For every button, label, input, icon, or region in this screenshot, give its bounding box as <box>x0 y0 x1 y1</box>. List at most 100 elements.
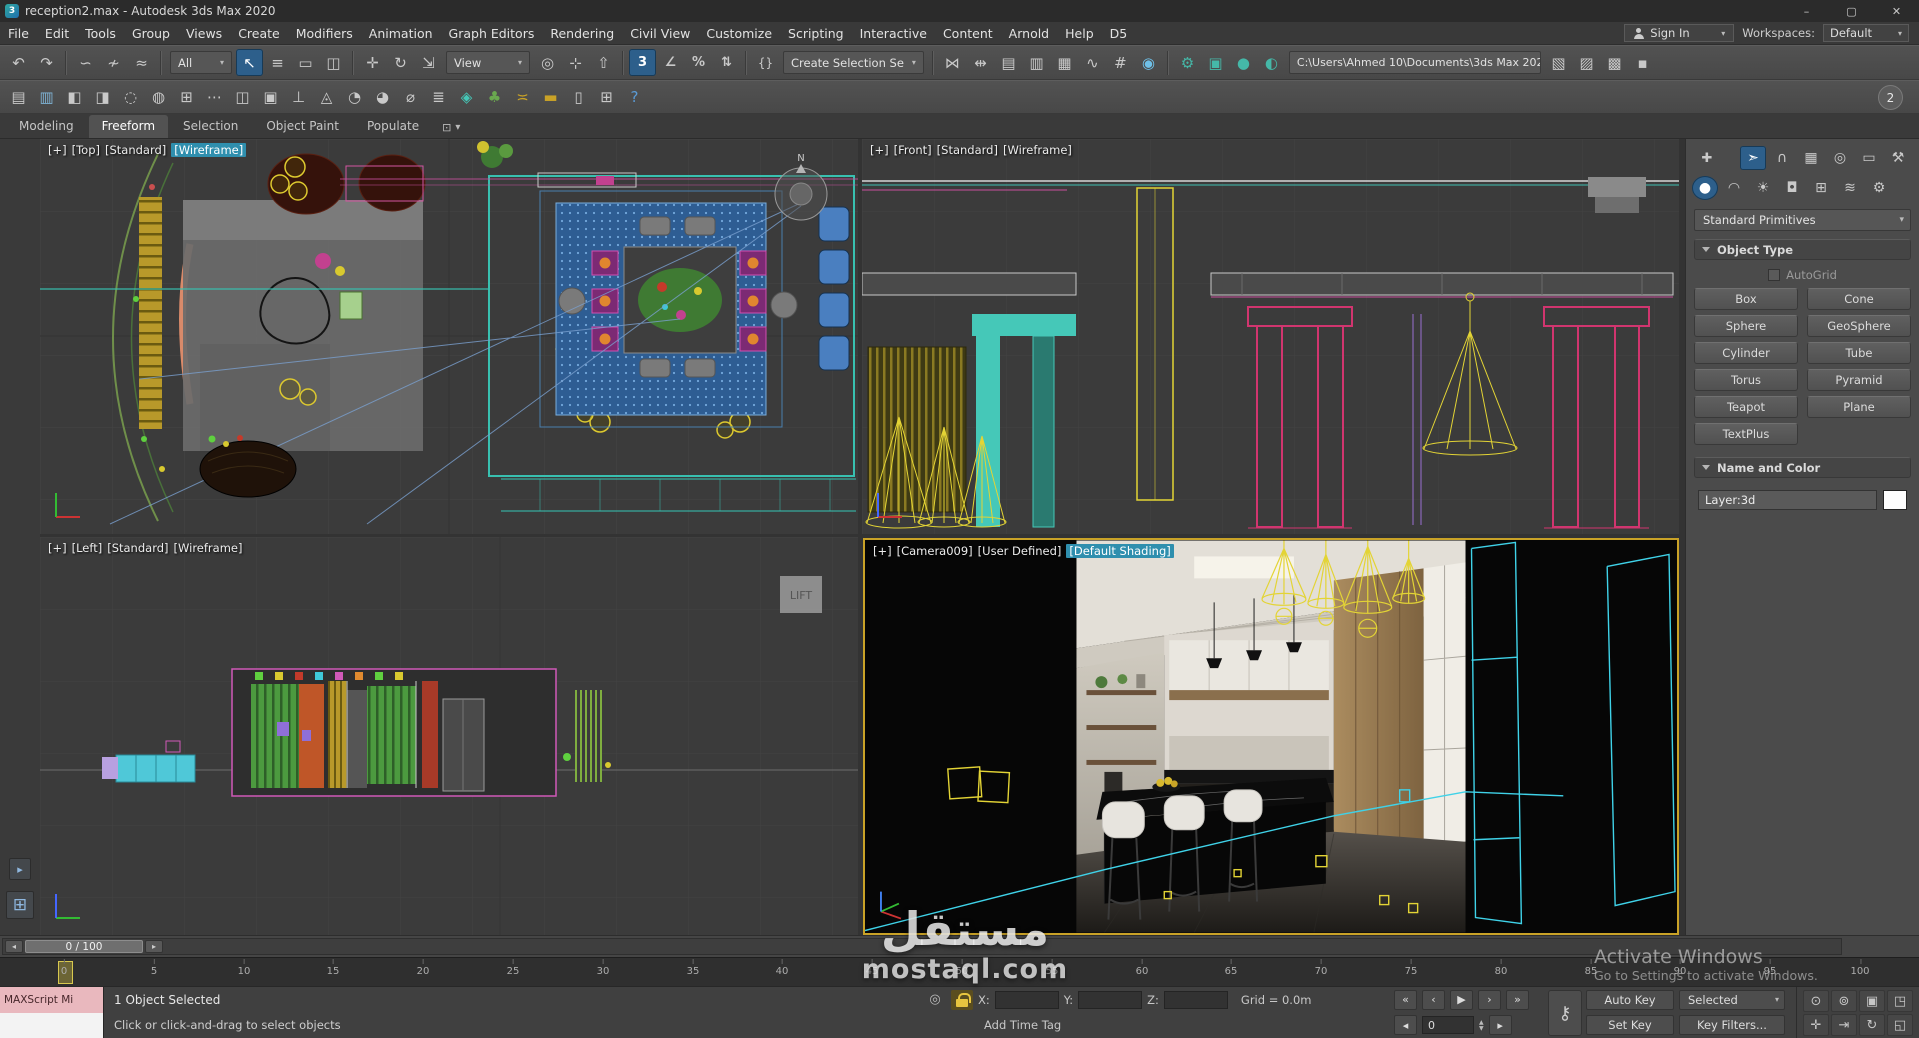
object-type-button[interactable]: Sphere <box>1694 315 1798 337</box>
previous-frame-button[interactable]: ‹ <box>1422 989 1445 1010</box>
sign-in-dropdown[interactable]: Sign In <box>1624 24 1735 42</box>
systems-category[interactable]: ⚙ <box>1866 176 1892 200</box>
clone-options-button[interactable]: ▣ <box>257 84 284 111</box>
use-pivot-center-button[interactable]: ◎ <box>534 49 561 76</box>
array-button[interactable]: ⊞ <box>173 84 200 111</box>
manage-layers-button[interactable]: ◨ <box>89 84 116 111</box>
viewport-label-segment[interactable]: [Camera009] <box>897 544 973 558</box>
object-type-button[interactable]: Box <box>1694 288 1798 310</box>
object-type-button[interactable]: GeoSphere <box>1807 315 1911 337</box>
z-coord-field[interactable] <box>1163 990 1228 1009</box>
notifications-badge[interactable]: 2 <box>1878 85 1903 110</box>
viewport-layout-tabs-button[interactable]: ⊞ <box>6 891 34 919</box>
modify-tab[interactable]: ∩ <box>1769 146 1795 170</box>
ribbon-tab[interactable]: Populate <box>354 115 432 138</box>
window-crossing-toggle[interactable]: ◫ <box>320 49 347 76</box>
keyboard-override-toggle[interactable]: ⇧ <box>590 49 617 76</box>
asset-library-button[interactable]: ▧ <box>1545 49 1572 76</box>
doors-button[interactable]: ▯ <box>565 84 592 111</box>
maximize-viewport-toggle[interactable]: ◱ <box>1887 1014 1913 1036</box>
scene-converter-button[interactable]: ▨ <box>1573 49 1600 76</box>
helpers-category[interactable]: ⊞ <box>1808 176 1834 200</box>
front-viewport[interactable]: [+] [Front] [Standard] [Wireframe] <box>862 139 1679 534</box>
viewport-label-segment[interactable]: [+] <box>870 143 889 157</box>
object-name-field[interactable] <box>1698 490 1877 510</box>
arnold-lights-button[interactable]: ▪ <box>1629 49 1656 76</box>
measure-distance-button[interactable]: ⌀ <box>397 84 424 111</box>
maxscript-macro-row[interactable]: MAXScript Mi <box>0 987 103 1013</box>
isolate-selection-button[interactable]: ◌ <box>117 84 144 111</box>
menu-item[interactable]: Scripting <box>780 22 852 44</box>
foliage-button[interactable]: ♣ <box>481 84 508 111</box>
menu-item[interactable]: Arnold <box>1001 22 1057 44</box>
menu-item[interactable]: Graph Editors <box>441 22 543 44</box>
set-keys-button[interactable]: ⚷ <box>1548 990 1582 1036</box>
hierarchy-tab[interactable]: ▦ <box>1798 146 1824 170</box>
help-button[interactable]: ? <box>621 84 648 111</box>
object-type-button[interactable]: Teapot <box>1694 396 1798 418</box>
menu-item[interactable]: Views <box>178 22 230 44</box>
ribbon-config-button[interactable]: ⊡ ▾ <box>434 121 468 138</box>
x-coord-field[interactable] <box>994 990 1059 1009</box>
maximize-button[interactable]: ▢ <box>1829 0 1874 22</box>
time-slider-handle[interactable]: 0 / 100 <box>25 940 143 953</box>
name-color-rollout-header[interactable]: Name and Color <box>1694 457 1911 478</box>
align-to-view-button[interactable]: ◕ <box>369 84 396 111</box>
select-and-manipulate-button[interactable]: ⊹ <box>562 49 589 76</box>
previous-frame-arrow[interactable]: ◂ <box>5 940 23 953</box>
viewport-label-segment[interactable]: [+] <box>873 544 892 558</box>
viewport-label-segment[interactable]: [User Defined] <box>978 544 1062 558</box>
project-folder-field[interactable]: C:\Users\Ahmed 10\Documents\3ds Max 2020 <box>1288 51 1541 74</box>
railing-button[interactable]: ≍ <box>509 84 536 111</box>
mirror-button[interactable]: ⋈ <box>939 49 966 76</box>
spacing-tool-button[interactable]: ⋯ <box>201 84 228 111</box>
viewport-label-segment[interactable]: [Default Shading] <box>1066 544 1174 558</box>
curve-editor-button[interactable]: ∿ <box>1079 49 1106 76</box>
normal-align-button[interactable]: ⊥ <box>285 84 312 111</box>
menu-item[interactable]: Modifiers <box>288 22 361 44</box>
undo-button[interactable]: ↶ <box>5 49 32 76</box>
viewport-label-segment[interactable]: [Standard] <box>107 541 168 555</box>
menu-item[interactable]: D5 <box>1102 22 1136 44</box>
object-type-button[interactable]: Tube <box>1807 342 1911 364</box>
render-production-button[interactable]: ● <box>1230 49 1257 76</box>
current-frame-field[interactable]: 0 <box>1422 1016 1474 1035</box>
windows-button[interactable]: ⊞ <box>593 84 620 111</box>
maxscript-script-row[interactable] <box>0 1012 103 1038</box>
redo-button[interactable]: ↷ <box>33 49 60 76</box>
menu-item[interactable]: Group <box>124 22 178 44</box>
go-to-start-button[interactable]: « <box>1394 989 1417 1010</box>
object-color-swatch[interactable] <box>1883 490 1907 510</box>
viewport-label-segment[interactable]: [Standard] <box>937 143 998 157</box>
previous-key-button[interactable]: ◂ <box>1394 1015 1417 1036</box>
menu-item[interactable]: Help <box>1057 22 1102 44</box>
select-and-place-button[interactable]: ◈ <box>453 84 480 111</box>
close-button[interactable]: ✕ <box>1874 0 1919 22</box>
cameras-category[interactable]: ◘ <box>1779 176 1805 200</box>
menu-item[interactable]: Rendering <box>542 22 622 44</box>
object-type-button[interactable]: TextPlus <box>1694 423 1798 445</box>
next-key-button[interactable]: ▸ <box>1488 1015 1512 1036</box>
material-editor-button[interactable]: ◉ <box>1135 49 1162 76</box>
zoom-region-icon[interactable]: ◳ <box>1887 990 1913 1012</box>
named-selection-dropdown[interactable]: Create Selection Se <box>783 51 924 74</box>
motion-tab[interactable]: ◎ <box>1827 146 1853 170</box>
menu-item[interactable]: Civil View <box>622 22 698 44</box>
menu-item[interactable]: Animation <box>361 22 441 44</box>
play-button[interactable]: ▶ <box>1450 989 1473 1010</box>
viewport-label-segment[interactable]: [Left] <box>72 541 103 555</box>
align-button[interactable]: ⇹ <box>967 49 994 76</box>
angle-snap-toggle[interactable]: ∠ <box>657 49 684 76</box>
autogrid-checkbox[interactable] <box>1768 269 1781 281</box>
snap-toggle-3d[interactable]: 3 <box>629 49 656 76</box>
unlink-selection-button[interactable]: ≁ <box>100 49 127 76</box>
selection-filter-dropdown[interactable]: All <box>170 51 232 74</box>
select-and-rotate-button[interactable]: ↻ <box>387 49 414 76</box>
toggle-layer-explorer-button[interactable]: ▥ <box>1023 49 1050 76</box>
orbit-icon[interactable]: ↻ <box>1859 1014 1885 1036</box>
percent-snap-toggle[interactable]: % <box>685 49 712 76</box>
selection-lock-toggle[interactable] <box>951 989 973 1010</box>
time-slider-track[interactable]: ◂ 0 / 100 ▸ <box>2 938 1842 955</box>
viewport-label-segment[interactable]: [Front] <box>894 143 932 157</box>
scene-explorer-button[interactable]: ▤ <box>5 84 32 111</box>
